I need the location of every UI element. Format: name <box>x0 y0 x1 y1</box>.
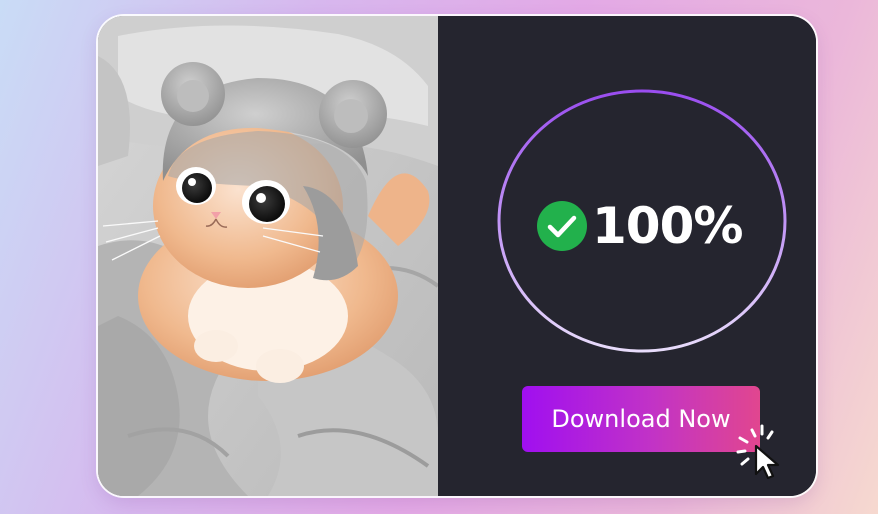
progress-status: 100% <box>536 196 743 256</box>
promo-card: 100% Download Now <box>98 16 816 496</box>
pointer-click-icon <box>736 424 780 480</box>
check-circle-icon <box>537 201 587 251</box>
cat-photo <box>98 16 438 496</box>
progress-panel: 100% Download Now <box>438 16 816 496</box>
download-now-button[interactable]: Download Now <box>522 386 760 452</box>
progress-percent: 100% <box>592 197 743 255</box>
